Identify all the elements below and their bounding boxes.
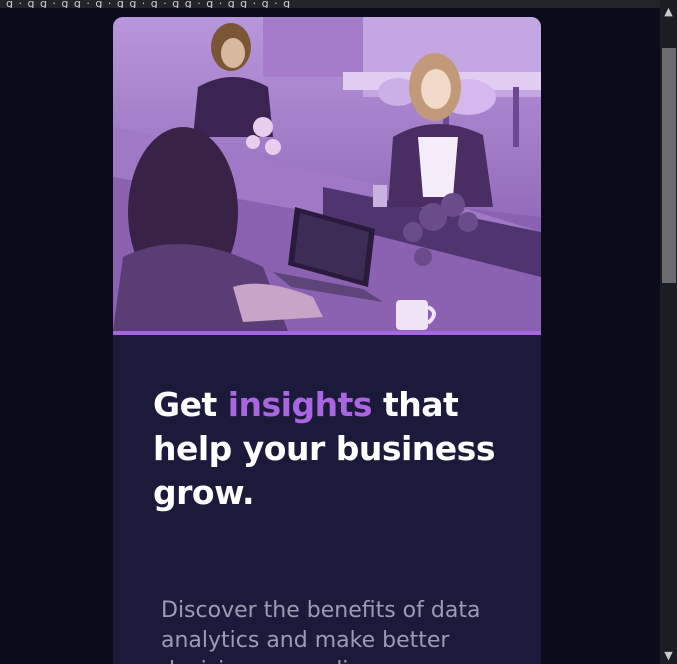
browser-top-strip: g · g g · g g · g · g g · g · g g · g · … — [0, 0, 660, 8]
page: g · g g · g g · g · g g · g · g g · g · … — [0, 0, 677, 664]
hero-image — [113, 17, 541, 331]
headline-prefix: Get — [153, 385, 228, 424]
card-headline: Get insights that help your business gro… — [153, 383, 513, 515]
top-strip-text: g · g g · g g · g · g g · g · g g · g · … — [6, 0, 292, 8]
scroll-thumb[interactable] — [662, 48, 676, 283]
office-photo-illustration — [113, 17, 541, 331]
card-description: Discover the benefits of data analytics … — [161, 598, 481, 664]
scroll-down-icon[interactable]: ▼ — [660, 648, 677, 664]
vertical-scrollbar[interactable]: ▲ ▼ — [660, 0, 677, 664]
headline-accent-word: insights — [227, 385, 373, 424]
hero-accent-line — [113, 331, 541, 335]
scroll-up-icon[interactable]: ▲ — [660, 4, 677, 20]
insights-card: Get insights that help your business gro… — [113, 17, 541, 664]
